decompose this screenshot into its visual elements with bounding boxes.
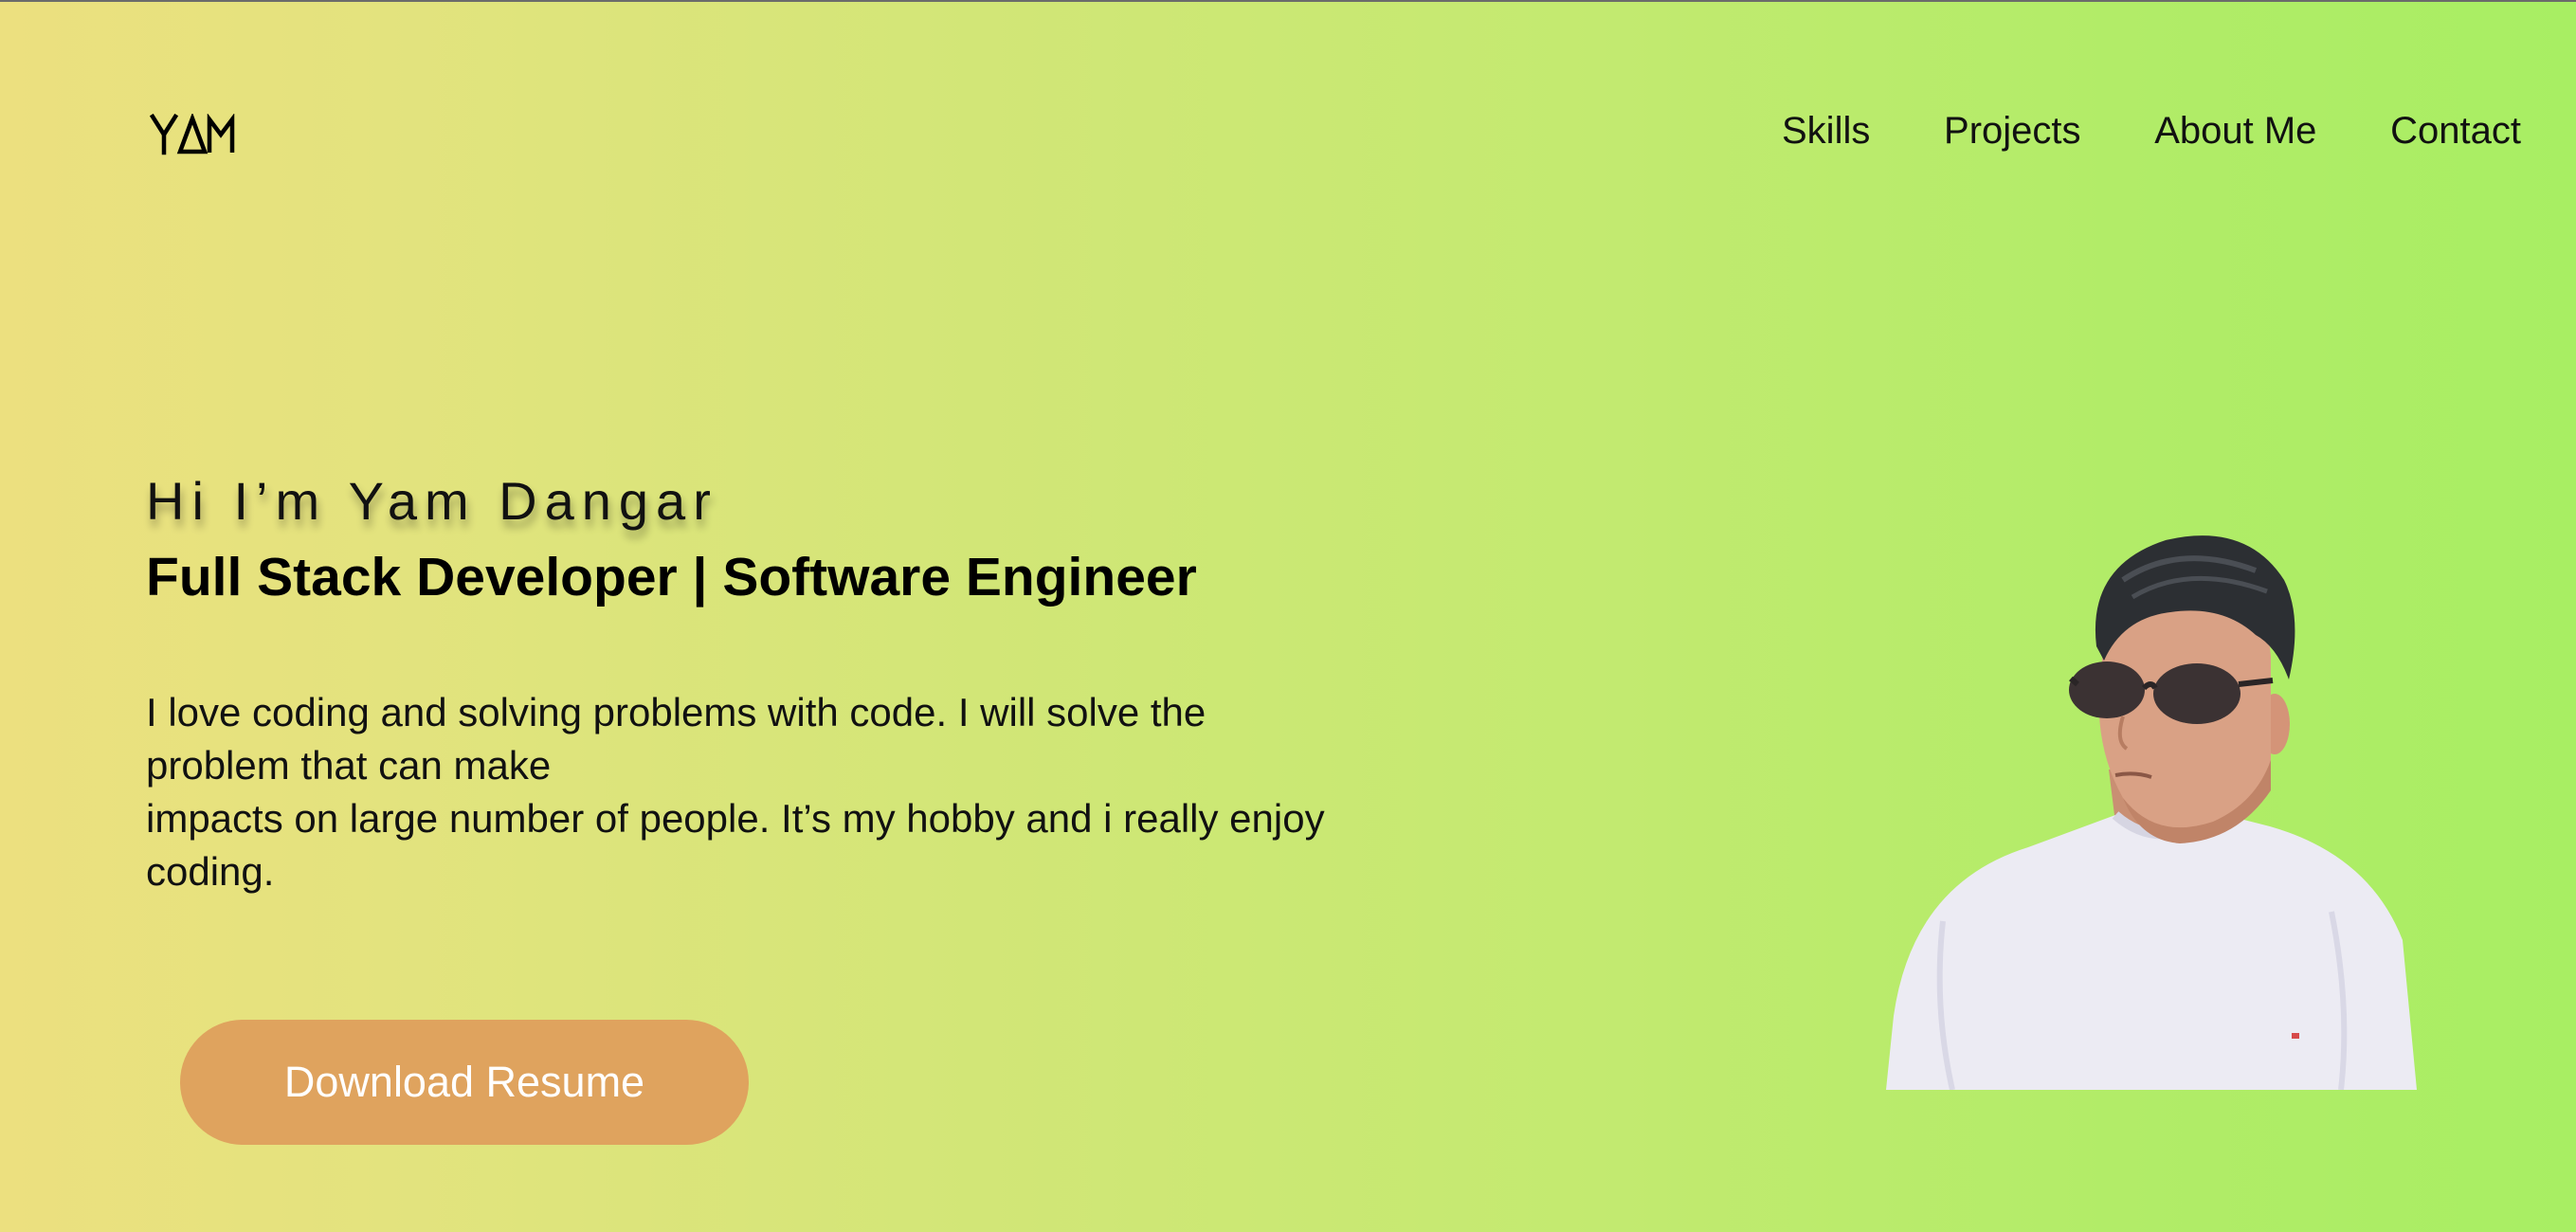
- nav-link-skills[interactable]: Skills: [1782, 110, 1870, 153]
- hero-greeting: Hi I’m Yam Dangar: [146, 471, 718, 531]
- hero-bio: I love coding and solving problems with …: [146, 686, 1340, 898]
- main-nav: Skills Projects About Me Contact: [1782, 106, 2521, 155]
- portfolio-page: Skills Projects About Me Contact Hi I’m …: [0, 0, 2576, 1232]
- nav-link-contact[interactable]: Contact: [2390, 110, 2521, 153]
- nav-link-projects[interactable]: Projects: [1944, 110, 2081, 153]
- hero-headline: Full Stack Developer | Software Engineer: [146, 547, 1197, 607]
- yam-monogram-icon: [150, 114, 235, 155]
- download-resume-button[interactable]: Download Resume: [180, 1020, 749, 1145]
- nav-link-about-me[interactable]: About Me: [2154, 110, 2316, 153]
- profile-photo-icon: [1886, 535, 2417, 1090]
- hero-bio-line: I love coding and solving problems with …: [146, 690, 1206, 788]
- profile-photo: [1839, 514, 2464, 1090]
- hero-bio-line: impacts on large number of people. It’s …: [146, 796, 1325, 894]
- logo[interactable]: [150, 114, 235, 155]
